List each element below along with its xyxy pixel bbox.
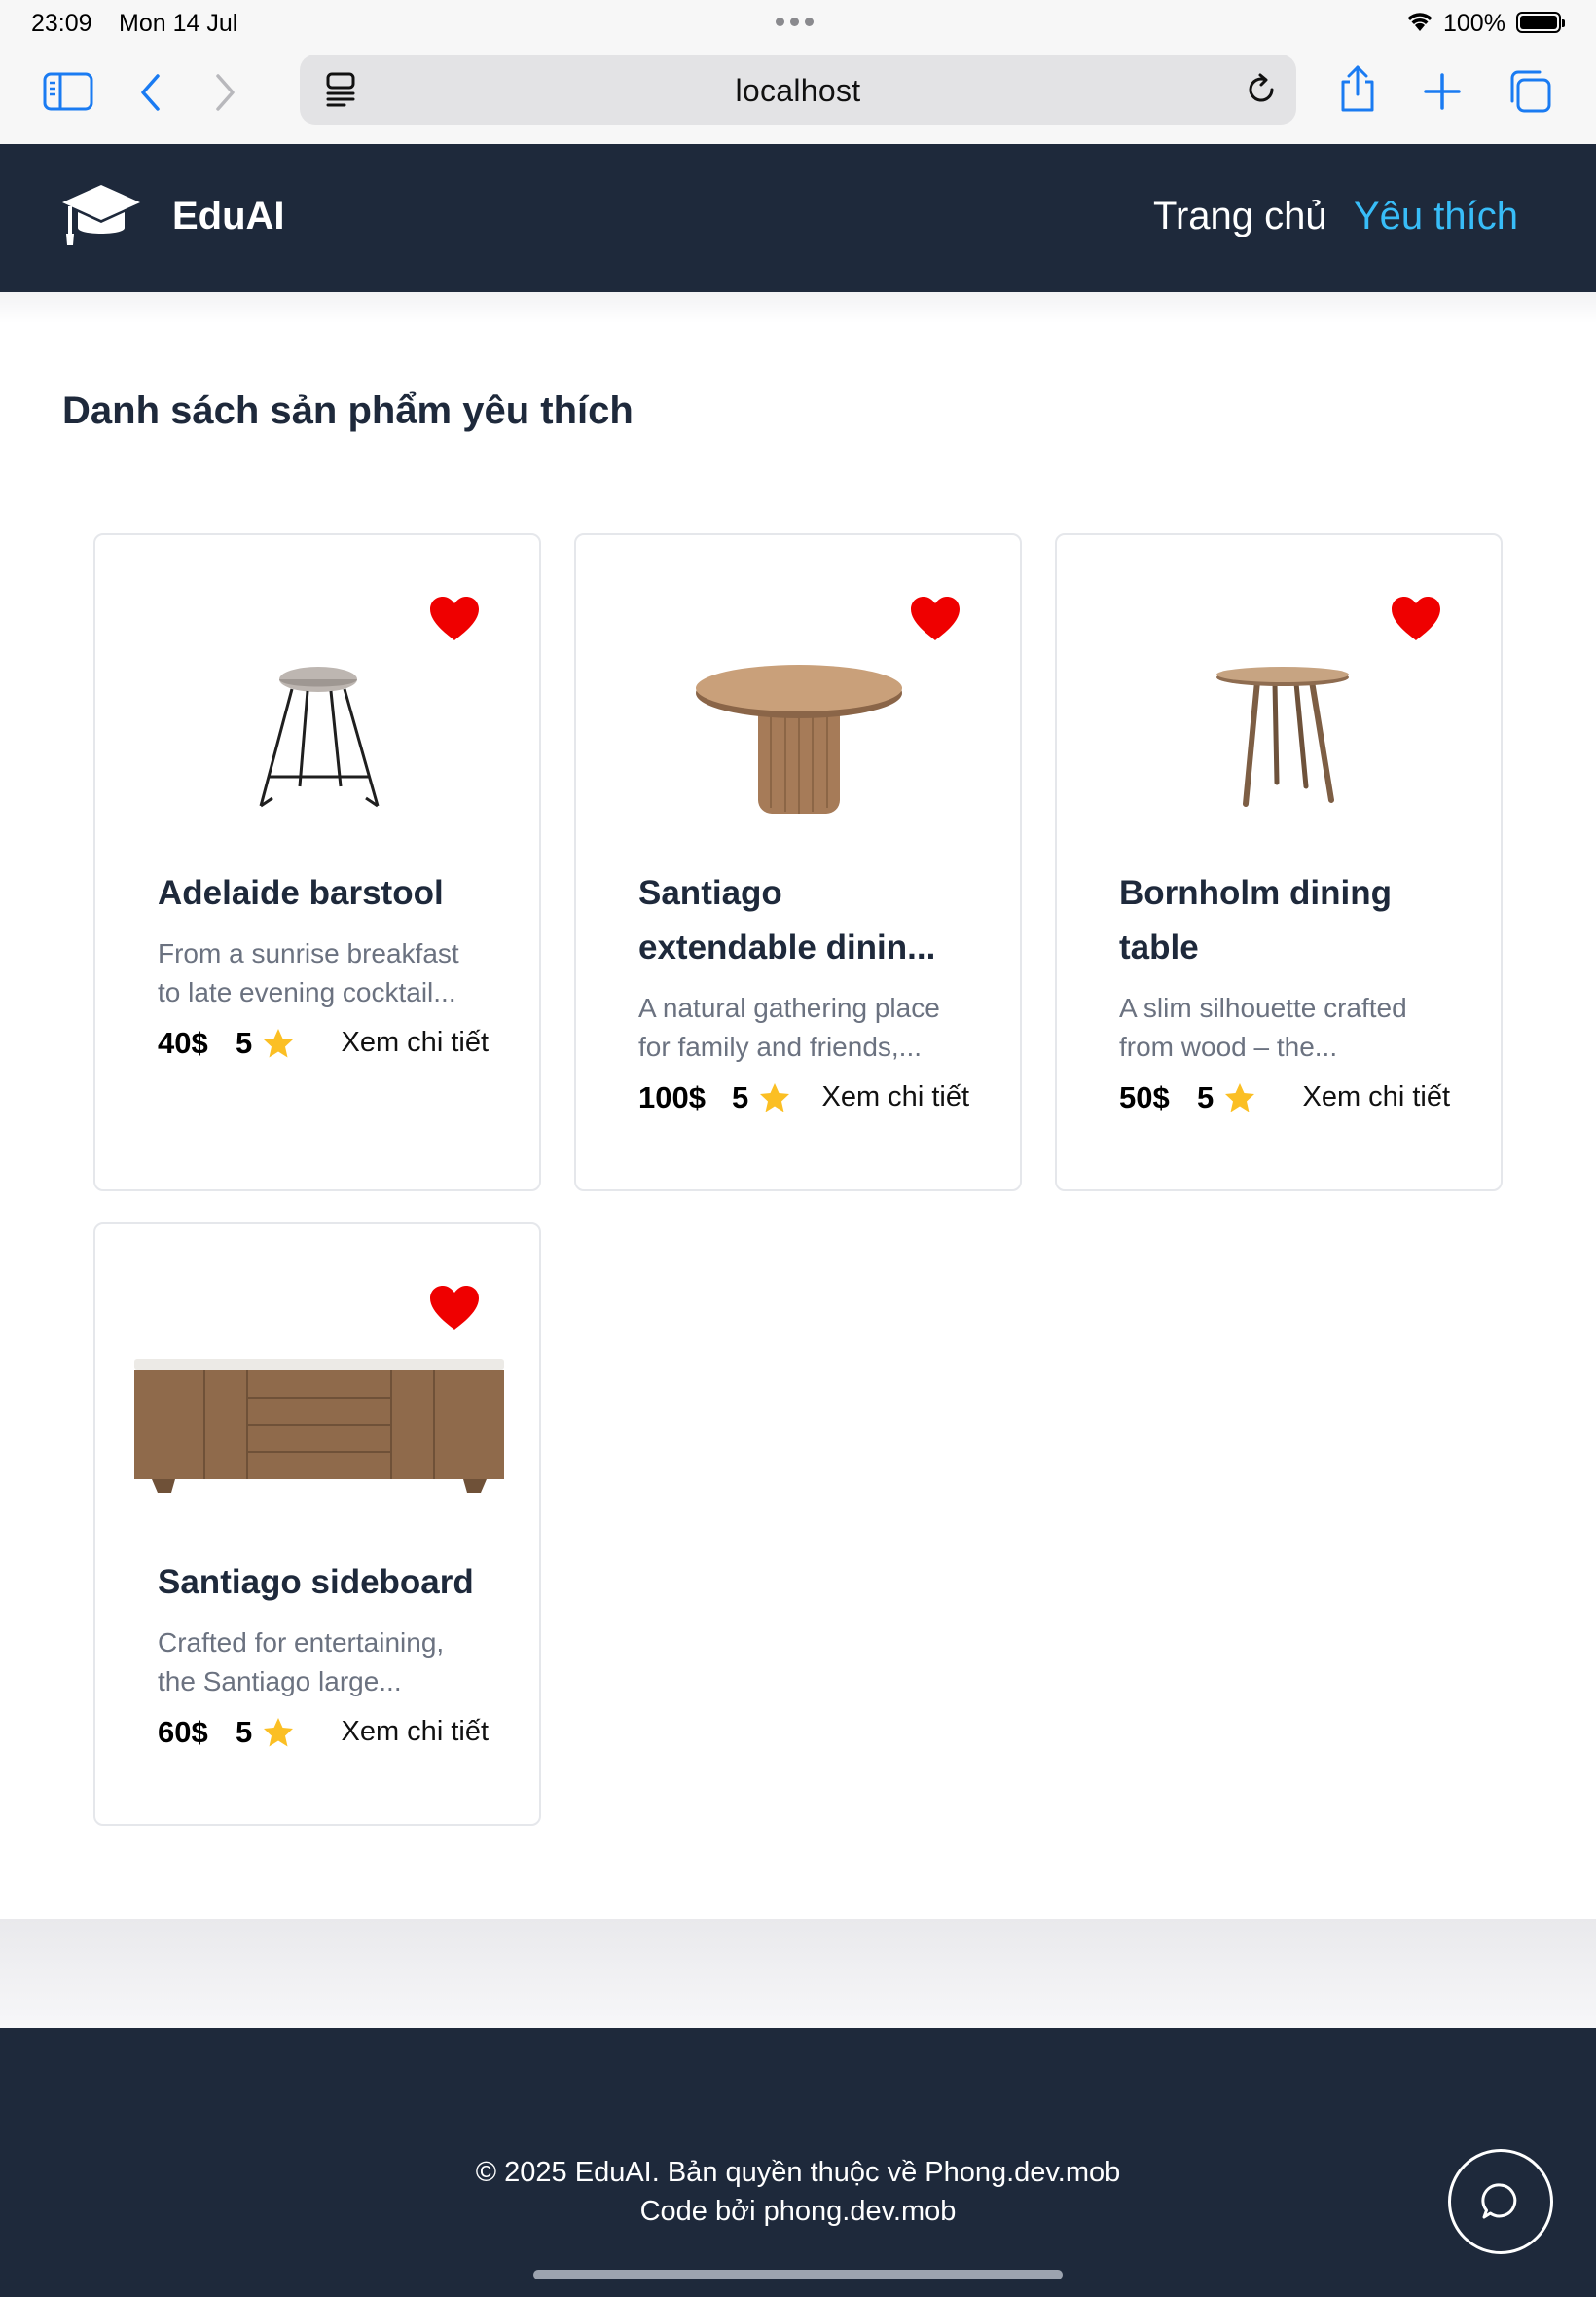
description-line: A slim silhouette crafted	[1119, 993, 1407, 1023]
product-meta: 100$ 5 Xem chi tiết	[638, 1080, 969, 1119]
heart-icon[interactable]	[1390, 596, 1442, 642]
back-icon[interactable]	[138, 72, 163, 113]
view-detail-link[interactable]: Xem chi tiết	[822, 1081, 970, 1113]
product-name[interactable]: Bornholm dining table	[1119, 866, 1450, 975]
status-bar: 23:09 Mon 14 Jul 100%	[0, 0, 1596, 47]
product-price: 40$	[158, 1026, 208, 1060]
product-image[interactable]	[576, 662, 1020, 818]
reload-icon[interactable]	[1244, 72, 1279, 107]
view-detail-link[interactable]: Xem chi tiết	[1303, 1081, 1451, 1113]
description-line: to late evening cocktail...	[158, 977, 456, 1007]
address-bar[interactable]: localhost	[300, 55, 1296, 125]
forward-icon[interactable]	[212, 72, 237, 113]
product-name[interactable]: Santiago extendable dinin...	[638, 866, 969, 975]
description-line: A natural gathering place	[638, 993, 940, 1023]
product-meta: 50$ 5 Xem chi tiết	[1119, 1080, 1450, 1119]
product-image[interactable]	[1057, 662, 1501, 818]
star-icon	[264, 1718, 293, 1747]
description-line: Crafted for entertaining,	[158, 1627, 445, 1658]
footer: © 2025 EduAI. Bản quyền thuộc về Phong.d…	[0, 2028, 1596, 2297]
page-bottom-area	[0, 1919, 1596, 2028]
status-date: Mon 14 Jul	[119, 10, 238, 37]
url-text[interactable]: localhost	[300, 73, 1296, 109]
tabs-icon[interactable]	[1506, 68, 1553, 115]
footer-credit: Code bởi phong.dev.mob	[639, 2196, 957, 2227]
product-image[interactable]	[95, 662, 539, 818]
view-detail-link[interactable]: Xem chi tiết	[342, 1027, 490, 1059]
product-price: 100$	[638, 1080, 706, 1114]
heart-icon[interactable]	[909, 596, 961, 642]
product-description: Crafted for entertaining, the Santiago l…	[158, 1623, 479, 1701]
battery-percent: 100%	[1443, 10, 1505, 37]
heart-icon[interactable]	[428, 1285, 481, 1331]
product-meta: 60$ 5 Xem chi tiết	[158, 1715, 489, 1754]
page-title: Danh sách sản phẩm yêu thích	[62, 389, 634, 432]
product-card[interactable]: Santiago sideboard Crafted for entertain…	[93, 1222, 541, 1826]
product-meta: 40$ 5 Xem chi tiết	[158, 1026, 489, 1065]
product-card[interactable]: Adelaide barstool From a sunrise breakfa…	[93, 533, 541, 1191]
new-tab-icon[interactable]	[1423, 72, 1462, 111]
heart-icon[interactable]	[428, 596, 481, 642]
share-icon[interactable]	[1337, 64, 1378, 113]
app-header: EduAI Trang chủ Yêu thích	[0, 144, 1596, 292]
product-name-line[interactable]: Bornholm dining	[1119, 866, 1450, 921]
description-line: the Santiago large...	[158, 1666, 402, 1696]
brand-name[interactable]: EduAI	[172, 195, 285, 238]
product-card[interactable]: Santiago extendable dinin... A natural g…	[574, 533, 1022, 1191]
product-name[interactable]: Santiago sideboard	[158, 1555, 489, 1610]
product-rating: 5	[236, 1026, 253, 1060]
product-price: 50$	[1119, 1080, 1170, 1114]
product-card[interactable]: Bornholm dining table A slim silhouette …	[1055, 533, 1503, 1191]
graduation-cap-icon[interactable]	[60, 183, 142, 249]
status-time: 23:09	[31, 10, 92, 37]
star-icon	[760, 1083, 789, 1112]
product-name-line[interactable]: extendable dinin...	[638, 921, 969, 975]
battery-icon	[1516, 12, 1565, 33]
product-price: 60$	[158, 1715, 208, 1749]
star-icon	[1225, 1083, 1254, 1112]
sidebar-icon[interactable]	[43, 72, 93, 111]
nav-favorites-link[interactable]: Yêu thích	[1354, 195, 1518, 238]
product-description: A natural gathering place for family and…	[638, 989, 960, 1067]
wifi-icon	[1407, 13, 1433, 31]
view-detail-link[interactable]: Xem chi tiết	[342, 1716, 490, 1748]
product-description: A slim silhouette crafted from wood – th…	[1119, 989, 1440, 1067]
product-description: From a sunrise breakfast to late evening…	[158, 934, 479, 1012]
description-line: from wood – the...	[1119, 1032, 1338, 1062]
description-line: From a sunrise breakfast	[158, 938, 459, 968]
product-name-line[interactable]: table	[1119, 921, 1450, 975]
product-rating: 5	[732, 1080, 749, 1114]
browser-toolbar: localhost	[0, 47, 1596, 144]
product-name[interactable]: Adelaide barstool	[158, 866, 489, 921]
product-rating: 5	[1197, 1080, 1215, 1114]
chat-bubble-icon	[1481, 2183, 1517, 2219]
star-icon	[264, 1029, 293, 1058]
nav-home-link[interactable]: Trang chủ	[1153, 195, 1327, 238]
home-indicator[interactable]	[533, 2270, 1063, 2279]
header-shadow	[0, 292, 1596, 323]
product-image[interactable]	[95, 1351, 539, 1507]
chat-button[interactable]	[1448, 2149, 1553, 2254]
product-rating: 5	[236, 1715, 253, 1749]
multitasking-dots-icon[interactable]	[776, 18, 814, 26]
footer-copyright: © 2025 EduAI. Bản quyền thuộc về Phong.d…	[475, 2157, 1121, 2188]
description-line: for family and friends,...	[638, 1032, 923, 1062]
product-name-line[interactable]: Santiago	[638, 866, 969, 921]
